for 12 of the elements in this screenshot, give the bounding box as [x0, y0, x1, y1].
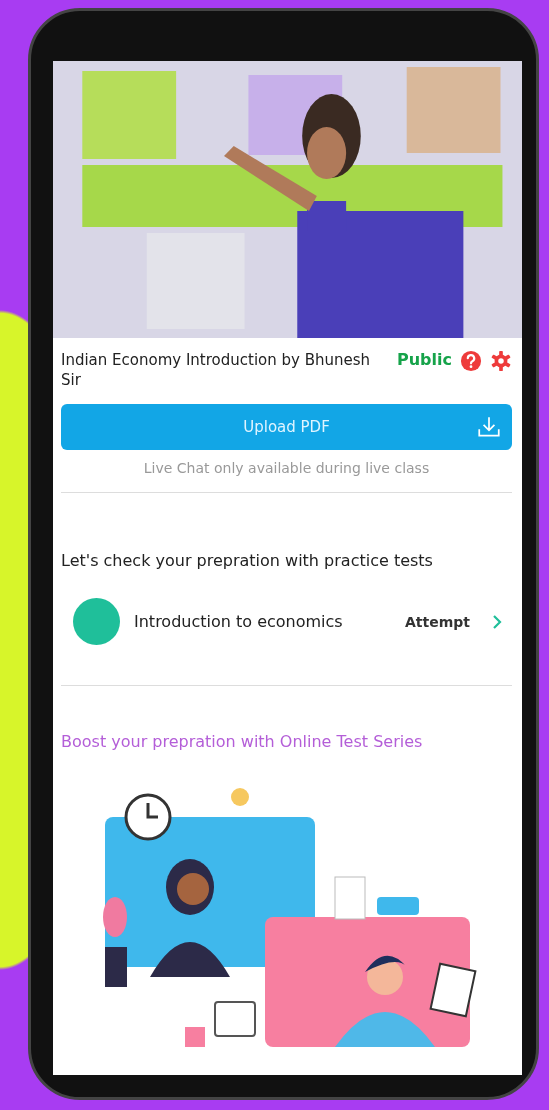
download-icon — [476, 414, 502, 440]
settings-icon[interactable] — [490, 350, 512, 372]
test-name[interactable]: Introduction to economics — [134, 612, 391, 631]
chat-notice: Live Chat only available during live class — [142, 460, 431, 476]
test-avatar-icon — [73, 598, 120, 645]
promo-heading: Boost your prepration with Online Test Series — [61, 732, 424, 751]
practice-heading: Let's check your prepration with practice tests — [61, 551, 434, 570]
visibility-label: Public — [396, 350, 452, 369]
lesson-title: Indian Economy Introduction by Bhunesh Sir — [61, 350, 372, 390]
chevron-right-icon[interactable] — [492, 613, 502, 630]
attempt-link[interactable]: Attempt — [404, 613, 470, 630]
help-icon[interactable] — [460, 350, 482, 372]
